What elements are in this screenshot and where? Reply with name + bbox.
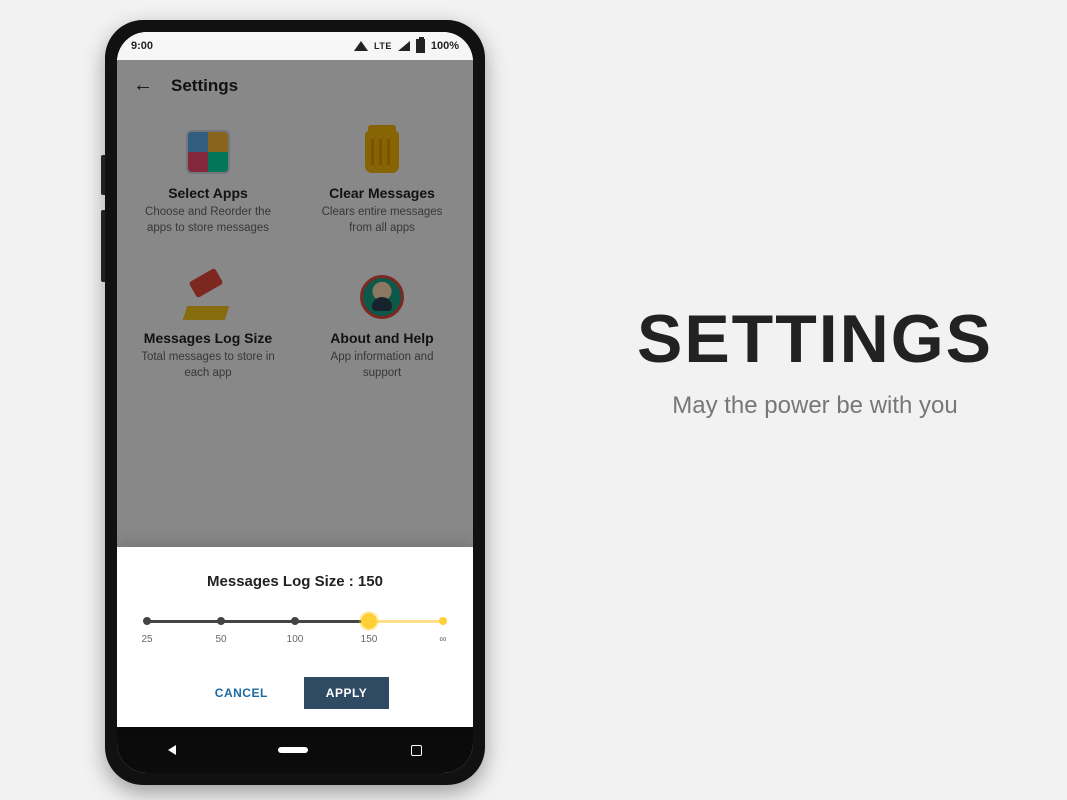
slider-tick-label: 25 [141, 634, 152, 645]
slider-tick[interactable] [143, 617, 151, 625]
log-size-dialog: Messages Log Size : 150 25 50 100 150 ∞ CANC… [117, 547, 473, 727]
slider-tick-label: 150 [361, 634, 378, 645]
apply-button[interactable]: APPLY [304, 677, 389, 709]
nav-home-icon[interactable] [278, 747, 308, 753]
slider-thumb[interactable] [361, 613, 377, 629]
phone-frame: 9:00 LTE 100% ← Settings Select Apps Cho… [105, 20, 485, 785]
slider-tick-label: 50 [215, 634, 226, 645]
power-button [101, 210, 105, 282]
system-nav-bar [117, 727, 473, 773]
slider-tick-label: 100 [287, 634, 304, 645]
dialog-title: Messages Log Size : 150 [139, 573, 451, 590]
promo-title: SETTINGS [605, 300, 1025, 378]
signal-icon [398, 41, 410, 51]
slider-tick[interactable] [217, 617, 225, 625]
wifi-icon [354, 41, 368, 51]
battery-percent: 100% [431, 40, 459, 52]
lte-label: LTE [374, 41, 392, 51]
slider-tick[interactable] [291, 617, 299, 625]
slider-tick[interactable] [439, 617, 447, 625]
nav-back-icon[interactable] [168, 745, 176, 755]
volume-button [101, 155, 105, 195]
slider[interactable]: 25 50 100 150 ∞ [139, 620, 451, 669]
battery-icon [416, 39, 425, 53]
slider-tick-label: ∞ [439, 634, 446, 645]
cancel-button[interactable]: CANCEL [201, 677, 282, 709]
status-time: 9:00 [131, 40, 153, 52]
promo-subtitle: May the power be with you [605, 392, 1025, 420]
nav-recent-icon[interactable] [411, 745, 422, 756]
status-bar: 9:00 LTE 100% [117, 32, 473, 60]
